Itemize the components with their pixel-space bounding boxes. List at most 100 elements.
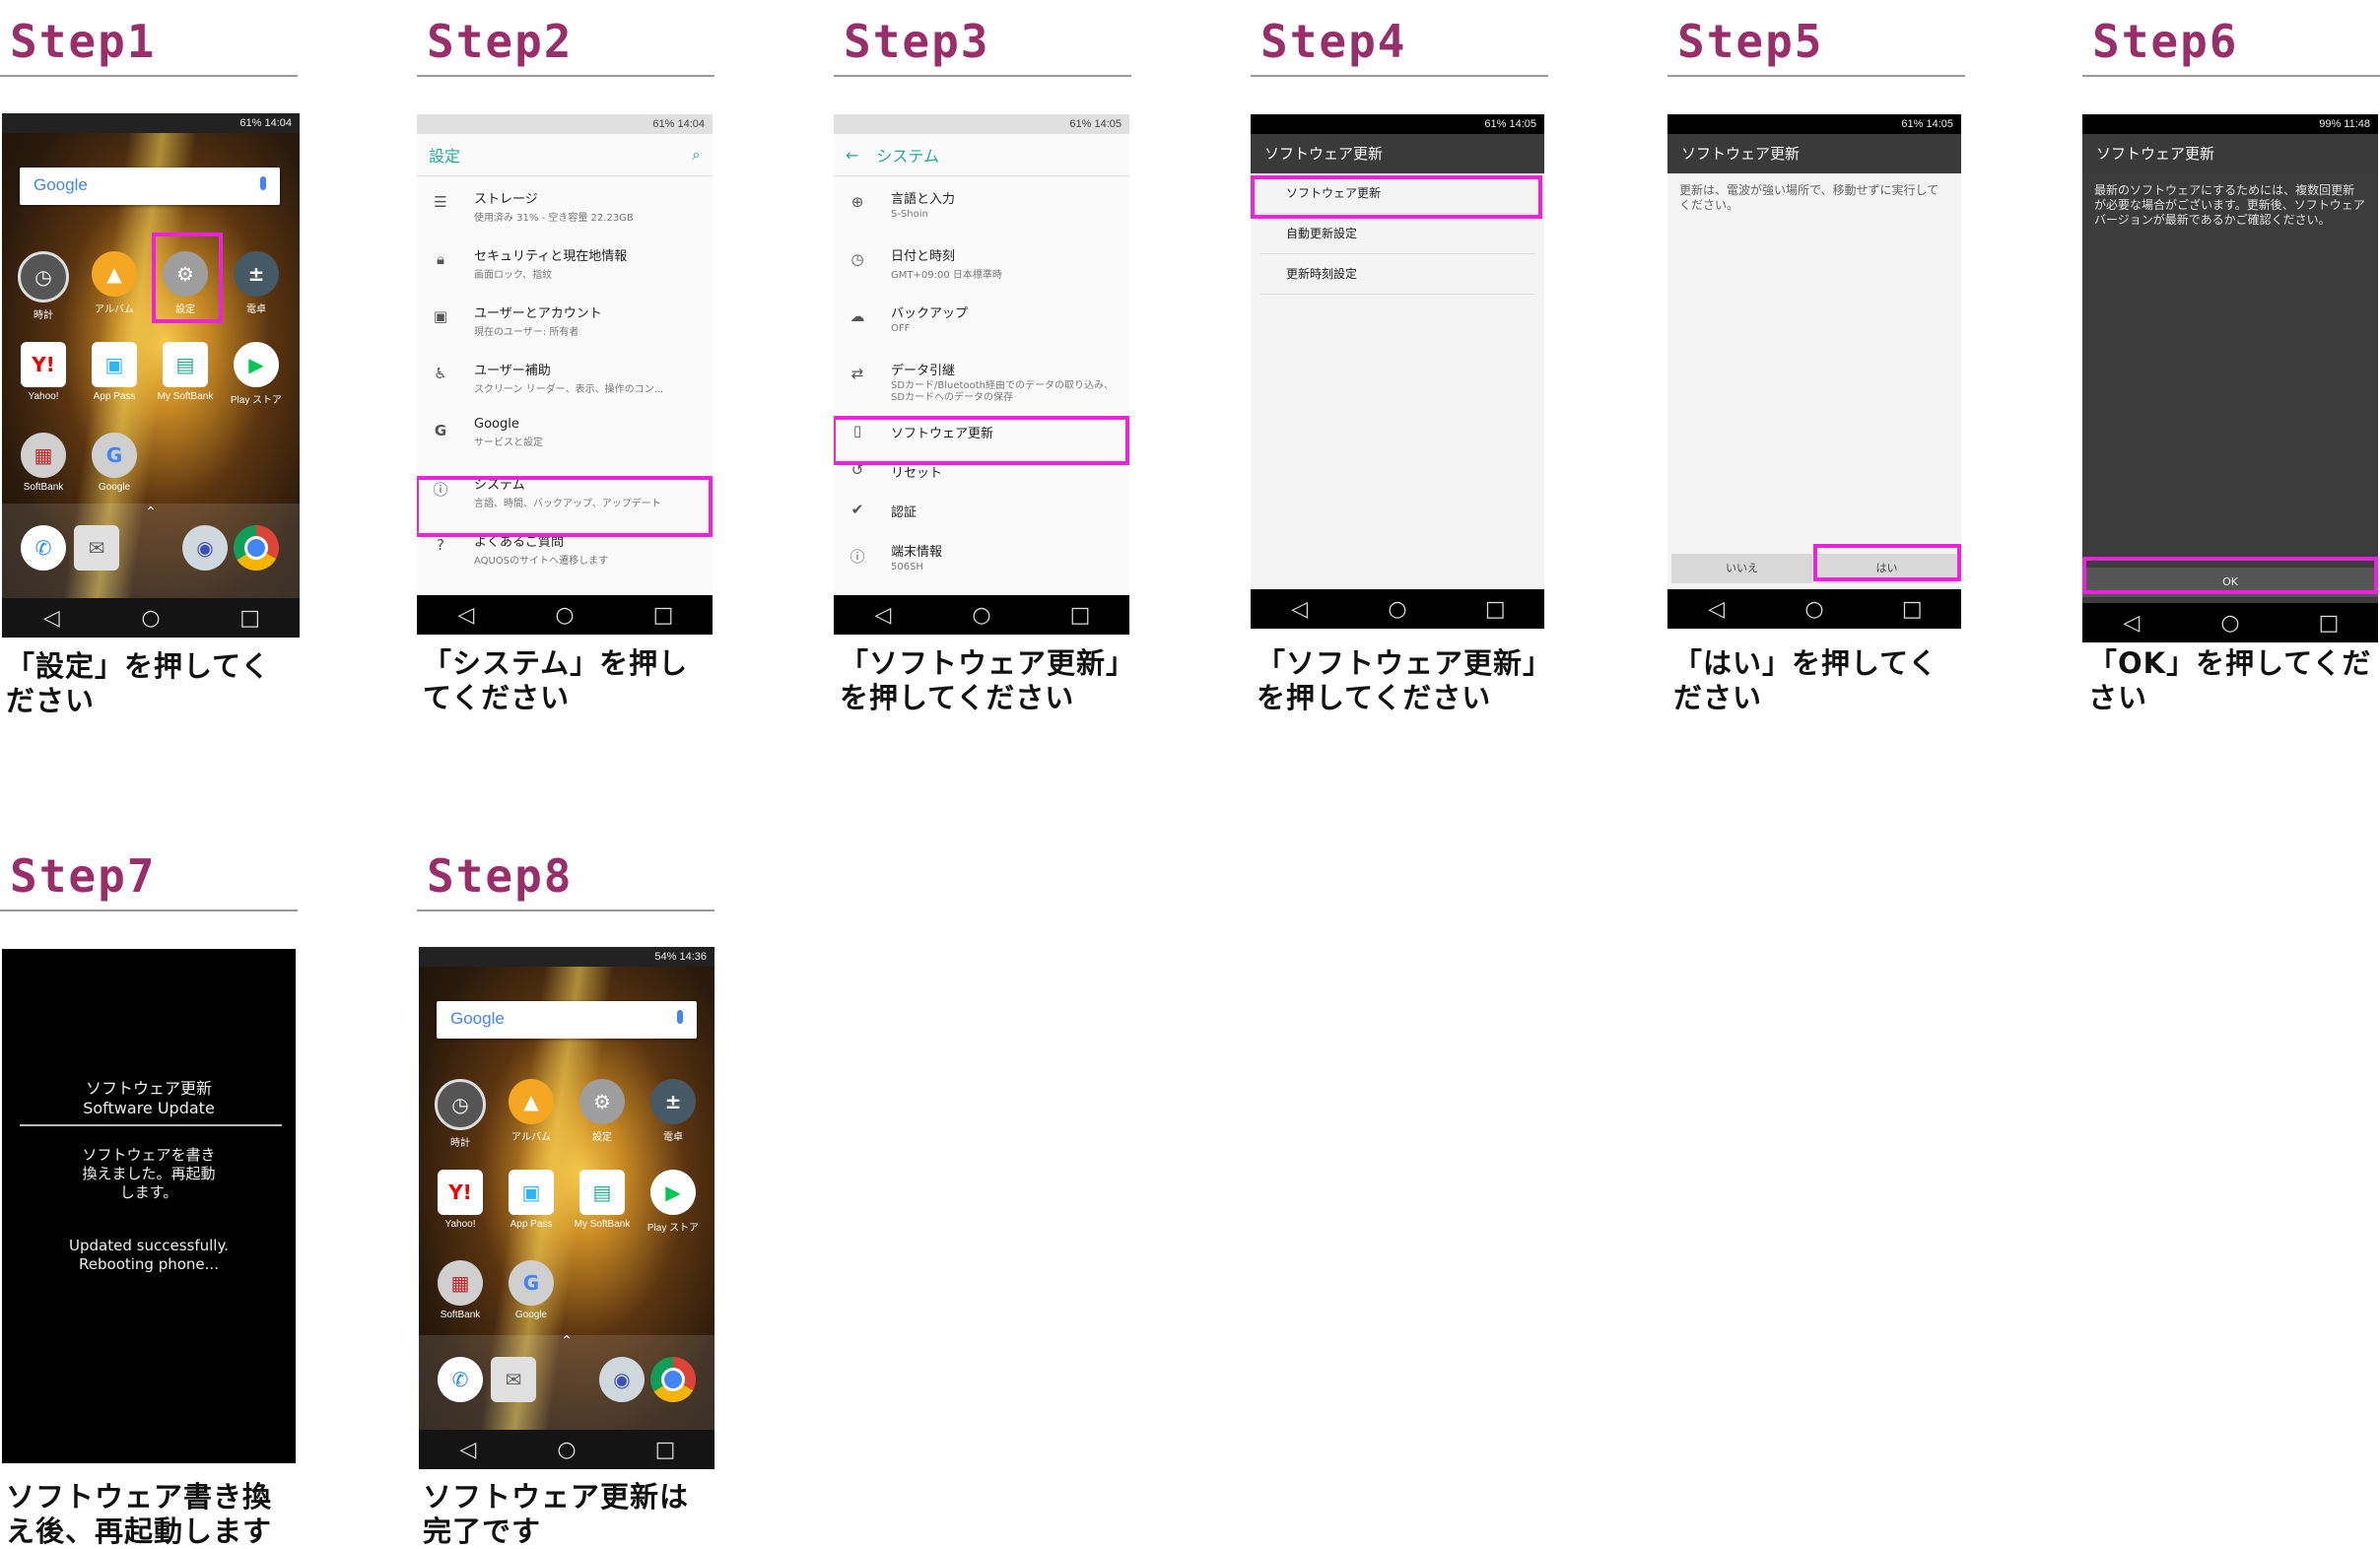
app-calculator[interactable]: ± 電卓 [221, 251, 292, 315]
settings-item-google[interactable]: G Google サービスと設定 [417, 405, 713, 462]
nav-bar: ◁ ○ □ [1251, 589, 1544, 629]
recents-icon[interactable]: □ [646, 1438, 685, 1462]
settings-item-accessibility[interactable]: ♿︎ ユーザー補助 スクリーン リーダー、表示、操作のコン... [417, 348, 713, 405]
app-app-pass[interactable]: ▣ App Pass [79, 342, 150, 402]
step-title: Step7 [0, 842, 298, 911]
settings-item-security[interactable]: 🔒︎ セキュリティと現在地情報 画面ロック、指紋 [417, 234, 713, 291]
app-album[interactable]: ▲ アルバム [496, 1079, 567, 1143]
home-icon[interactable]: ○ [1795, 597, 1834, 622]
info-icon: ⓘ [850, 548, 865, 566]
app-play-store[interactable]: ▶ Play ストア [221, 342, 292, 406]
phone-screen-settings: 61% 14:04 設定 ⌕ ☰ ストレージ 使用済み 31% - 空き容量 22.… [417, 114, 713, 635]
back-icon[interactable]: ◁ [446, 603, 486, 628]
clock-icon: ◷ [435, 1079, 486, 1130]
app-clock[interactable]: ◷ 時計 [8, 251, 79, 321]
step-2: Step2 61% 14:04 設定 ⌕ ☰ ストレージ 使用済み 31% - 空き… [417, 8, 714, 714]
app-yahoo[interactable]: Y! Yahoo! [8, 342, 79, 402]
settings-item-accounts[interactable]: ▣ ユーザーとアカウント 現在のユーザー: 所有者 [417, 291, 713, 348]
system-item-about[interactable]: ⓘ 端末情報 506SH [834, 529, 1129, 586]
folder-icon: ▦ [21, 433, 66, 478]
system-app-bar: ← システム [834, 134, 1129, 176]
app-softbank-folder[interactable]: ▦ SoftBank [8, 433, 79, 493]
system-item-language[interactable]: ⊕ 言語と入力 S-Shoin [834, 176, 1129, 234]
recents-icon[interactable]: □ [1060, 603, 1100, 628]
home-icon[interactable]: ○ [2210, 611, 2250, 636]
app-google-folder[interactable]: G Google [496, 1260, 567, 1320]
album-icon: ▲ [509, 1079, 554, 1124]
app-google-folder[interactable]: G Google [79, 433, 150, 493]
system-item-certification[interactable]: ✔ 認証 [834, 490, 1129, 529]
help-icon: ? [437, 536, 444, 554]
step-5: Step5 61% 14:05 ソフトウェア更新 更新は、電波が強い場所で、移動… [1667, 8, 1965, 714]
dialog-message: 更新は、電波が強い場所で、移動せずに実行してください。 [1679, 183, 1939, 212]
recents-icon[interactable]: □ [231, 606, 270, 631]
play-store-icon: ▶ [650, 1170, 696, 1215]
system-item-data-transfer[interactable]: ⇄ データ引継 SDカード/Bluetooth経由でのデータの取り込み、SDカードへ… [834, 348, 1129, 411]
app-play-store[interactable]: ▶ Play ストア [638, 1170, 709, 1234]
chrome-icon [650, 1357, 696, 1402]
app-softbank-folder[interactable]: ▦ SoftBank [425, 1260, 496, 1320]
step-caption: 「ソフトウェア更新」を押してください [840, 646, 1122, 714]
app-app-pass[interactable]: ▣ App Pass [496, 1170, 567, 1230]
page-title: ソフトウェア更新 [1667, 134, 1961, 173]
app-album[interactable]: ▲ アルバム [79, 251, 150, 315]
back-icon[interactable]: ◁ [2112, 611, 2151, 636]
app-my-softbank[interactable]: ▤ My SoftBank [150, 342, 221, 402]
menu-update-time-settings[interactable]: 更新時刻設定 [1260, 254, 1534, 295]
page-title: ソフトウェア更新 [1251, 134, 1544, 173]
home-icon[interactable]: ○ [1378, 597, 1417, 622]
back-icon[interactable]: ◁ [863, 603, 903, 628]
back-icon[interactable]: ◁ [1697, 597, 1736, 622]
back-icon[interactable]: ◁ [32, 606, 71, 631]
step-caption: 「OK」を押してください [2088, 646, 2372, 714]
status-bar: 61% 14:05 [834, 114, 1129, 134]
album-icon: ▲ [92, 251, 137, 297]
app-my-softbank[interactable]: ▤ My SoftBank [567, 1170, 638, 1230]
reboot-title: ソフトウェア更新 Software Update [83, 1079, 215, 1117]
play-store-icon: ▶ [234, 342, 279, 387]
mic-icon[interactable] [677, 1010, 683, 1024]
app-yahoo[interactable]: Y! Yahoo! [425, 1170, 496, 1230]
menu-auto-update-settings[interactable]: 自動更新設定 [1260, 214, 1534, 254]
phone-screen-home: 54% 14:36 Google ◷ 時計 ▲ アルバム ⚙ 設定 ± 電卓 Y! Yah… [419, 947, 714, 1469]
home-icon[interactable]: ○ [962, 603, 1001, 628]
app-chrome[interactable] [221, 525, 292, 571]
recents-icon[interactable]: □ [2309, 611, 2348, 636]
app-settings[interactable]: ⚙ 設定 [567, 1079, 638, 1143]
app-calculator[interactable]: ± 電卓 [638, 1079, 709, 1143]
page-title: システム [876, 147, 939, 166]
back-arrow-icon[interactable]: ← [846, 146, 858, 165]
home-icon[interactable]: ○ [545, 603, 584, 628]
search-icon[interactable]: ⌕ [692, 145, 701, 165]
google-logo: Google [450, 1009, 505, 1028]
google-search-bar[interactable]: Google [437, 1001, 697, 1039]
app-chrome[interactable] [638, 1357, 709, 1402]
app-mail[interactable]: ✉ [61, 525, 132, 571]
page-title: ソフトウェア更新 [2082, 134, 2378, 173]
google-icon: G [434, 422, 447, 439]
system-item-datetime[interactable]: ◷ 日付と時刻 GMT+09:00 日本標準時 [834, 234, 1129, 291]
app-mail[interactable]: ✉ [478, 1357, 549, 1402]
yahoo-icon: Y! [438, 1170, 483, 1215]
globe-icon: ⊕ [850, 193, 864, 211]
cloud-upload-icon: ☁ [850, 307, 865, 325]
recents-icon[interactable]: □ [1892, 597, 1932, 622]
home-icon[interactable]: ○ [131, 606, 170, 631]
no-button[interactable]: いいえ [1671, 554, 1812, 583]
yahoo-icon: Y! [21, 342, 66, 387]
settings-item-storage[interactable]: ☰ ストレージ 使用済み 31% - 空き容量 22.23GB [417, 176, 713, 234]
google-search-bar[interactable]: Google [20, 168, 280, 205]
dock: ✆ ✉ ◉ [419, 1335, 714, 1430]
reboot-message-jp: ソフトウェアを書き換えました。再起動します。 [82, 1146, 216, 1201]
highlight-software-update [834, 416, 1129, 465]
app-clock[interactable]: ◷ 時計 [425, 1079, 496, 1149]
home-icon[interactable]: ○ [547, 1438, 586, 1462]
system-item-backup[interactable]: ☁ バックアップ OFF [834, 291, 1129, 348]
back-icon[interactable]: ◁ [1280, 597, 1320, 622]
back-icon[interactable]: ◁ [448, 1438, 488, 1462]
recents-icon[interactable]: □ [1475, 597, 1515, 622]
settings-app-bar: 設定 ⌕ [417, 134, 713, 176]
recents-icon[interactable]: □ [644, 603, 683, 628]
step-title: Step4 [1251, 8, 1548, 77]
mic-icon[interactable] [260, 176, 266, 190]
